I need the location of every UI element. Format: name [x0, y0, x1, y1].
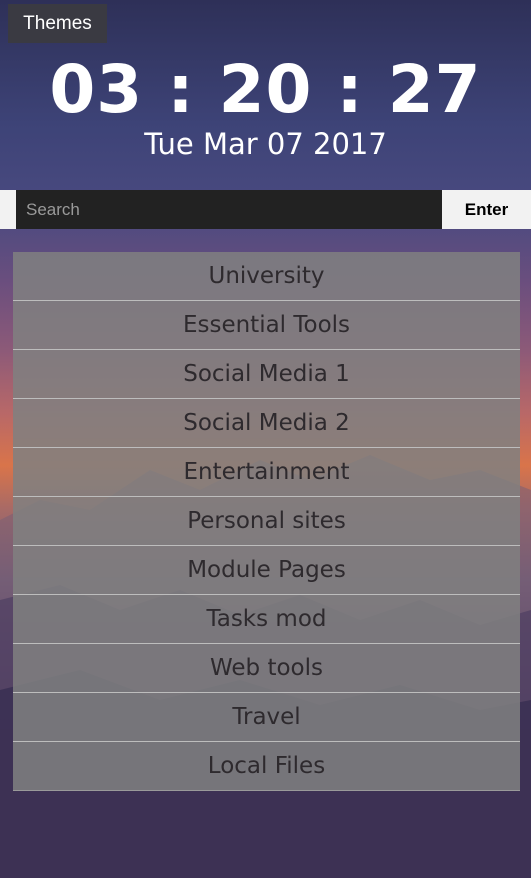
clock-date: Tue Mar 07 2017 — [144, 127, 387, 161]
menu-item-university[interactable]: University — [13, 252, 520, 301]
menu-item-entertainment[interactable]: Entertainment — [13, 448, 520, 497]
menu-item-social-media-1[interactable]: Social Media 1 — [13, 350, 520, 399]
menu-item-local-files[interactable]: Local Files — [13, 742, 520, 791]
menu-item-social-media-2[interactable]: Social Media 2 — [13, 399, 520, 448]
search-input[interactable] — [16, 190, 442, 229]
menu-item-travel[interactable]: Travel — [13, 693, 520, 742]
bookmark-menu: University Essential Tools Social Media … — [13, 252, 520, 791]
search-bar: Enter — [0, 190, 531, 229]
menu-item-essential-tools[interactable]: Essential Tools — [13, 301, 520, 350]
menu-item-web-tools[interactable]: Web tools — [13, 644, 520, 693]
menu-item-tasks-mod[interactable]: Tasks mod — [13, 595, 520, 644]
menu-item-personal-sites[interactable]: Personal sites — [13, 497, 520, 546]
menu-item-module-pages[interactable]: Module Pages — [13, 546, 520, 595]
clock-time: 03 : 20 : 27 — [49, 51, 482, 128]
enter-button[interactable]: Enter — [442, 190, 531, 229]
themes-button[interactable]: Themes — [8, 4, 107, 43]
